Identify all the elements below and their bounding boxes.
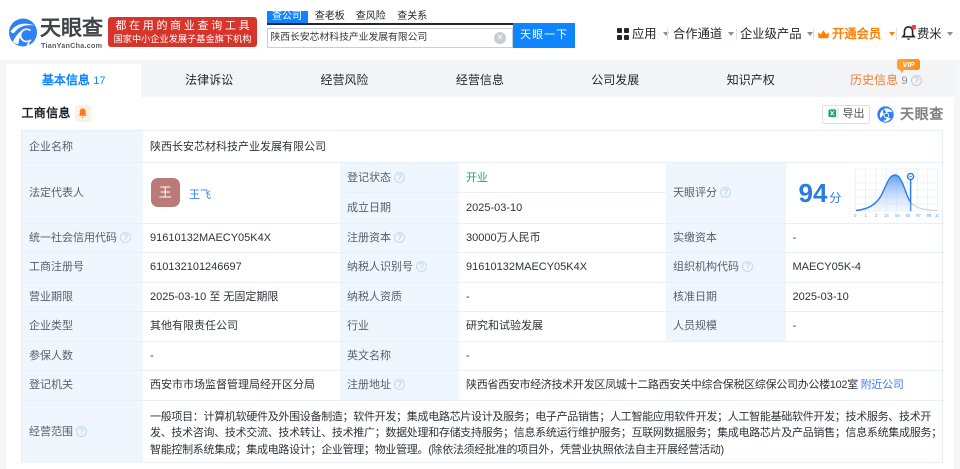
svg-text:15: 15	[884, 213, 889, 218]
svg-text:85: 85	[905, 213, 910, 218]
svg-text:3: 3	[875, 213, 878, 218]
svg-text:1: 1	[864, 213, 867, 218]
svg-text:0: 0	[854, 213, 857, 218]
svg-text:97: 97	[916, 213, 921, 218]
svg-text:50: 50	[895, 213, 900, 218]
svg-text:99: 99	[926, 213, 931, 218]
svg-text:100: 100	[935, 213, 939, 218]
